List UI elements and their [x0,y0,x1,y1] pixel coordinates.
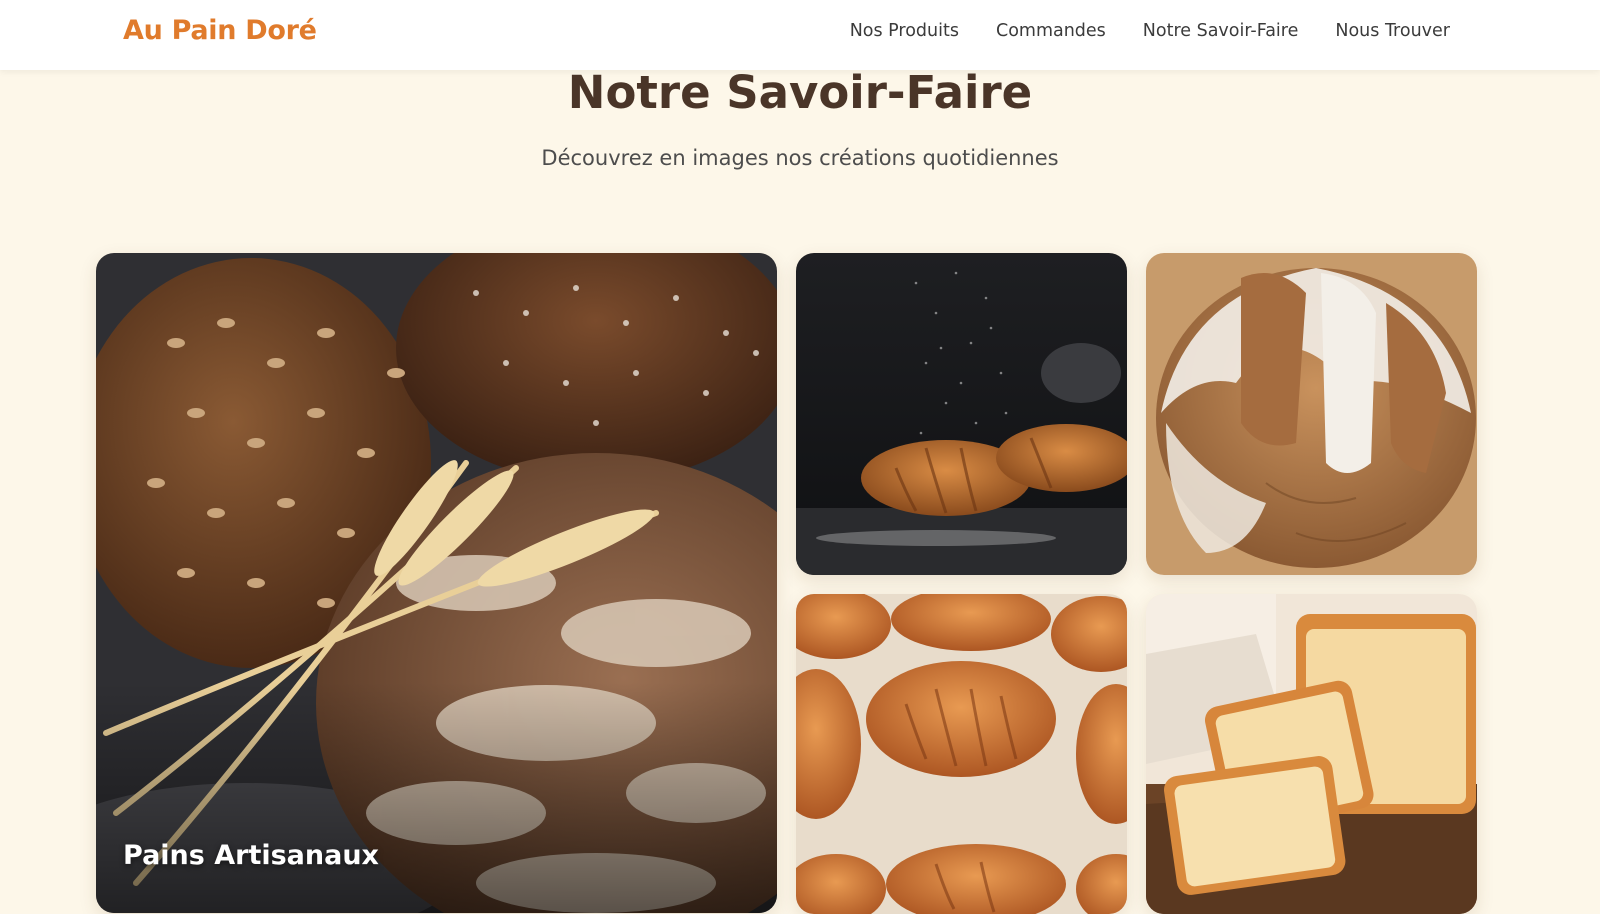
brand-logo[interactable]: Au Pain Doré [123,15,317,46]
navbar: Au Pain Doré Nos Produits Commandes Notr… [0,0,1600,70]
croissant-tray-image [796,594,1127,914]
nav-item-savoir-faire[interactable]: Notre Savoir-Faire [1143,21,1299,41]
nav-item-nous-trouver[interactable]: Nous Trouver [1335,21,1450,41]
page-subtitle: Découvrez en images nos créations quotid… [541,146,1059,170]
gallery-caption: Pains Artisanaux [123,840,379,871]
nav-item-commandes[interactable]: Commandes [996,21,1106,41]
page-title: Notre Savoir-Faire [567,66,1033,119]
nav-item-nos-produits[interactable]: Nos Produits [850,21,959,41]
gallery-item-rustic-loaf[interactable] [1146,253,1477,575]
artisan-bread-image [96,253,777,913]
gallery-item-croissant-tray[interactable] [796,594,1127,914]
croissant-flour-image [796,253,1127,575]
sandwich-bread-image [1146,594,1477,914]
gallery-item-sandwich-bread[interactable] [1146,594,1477,914]
gallery-item-croissants-dark[interactable] [796,253,1127,575]
main-nav: Nos Produits Commandes Notre Savoir-Fair… [850,21,1450,41]
gallery-item-featured[interactable]: Pains Artisanaux [96,253,777,913]
rustic-loaf-image [1146,253,1477,575]
